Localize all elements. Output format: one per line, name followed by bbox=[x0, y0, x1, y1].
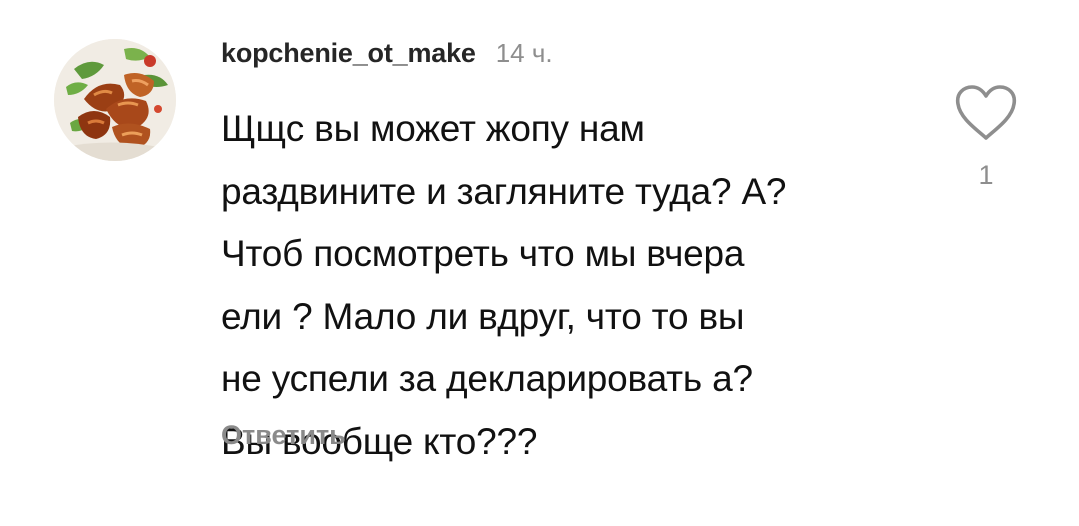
comment-header: kopchenie_ot_make 14 ч. bbox=[221, 38, 553, 74]
username[interactable]: kopchenie_ot_make bbox=[221, 38, 476, 69]
like-button[interactable] bbox=[954, 84, 1018, 142]
like-count: 1 bbox=[978, 160, 994, 190]
comment-time: 14 ч. bbox=[495, 38, 553, 68]
reply-button[interactable]: Ответить bbox=[221, 420, 346, 451]
avatar-image bbox=[54, 39, 176, 161]
comment: kopchenie_ot_make 14 ч. Щщс вы может жоп… bbox=[0, 0, 1079, 526]
heart-outline-icon bbox=[955, 85, 1017, 140]
comment-text: Щщс вы может жопу нам раздвините и загля… bbox=[221, 108, 787, 462]
avatar[interactable] bbox=[54, 39, 176, 161]
